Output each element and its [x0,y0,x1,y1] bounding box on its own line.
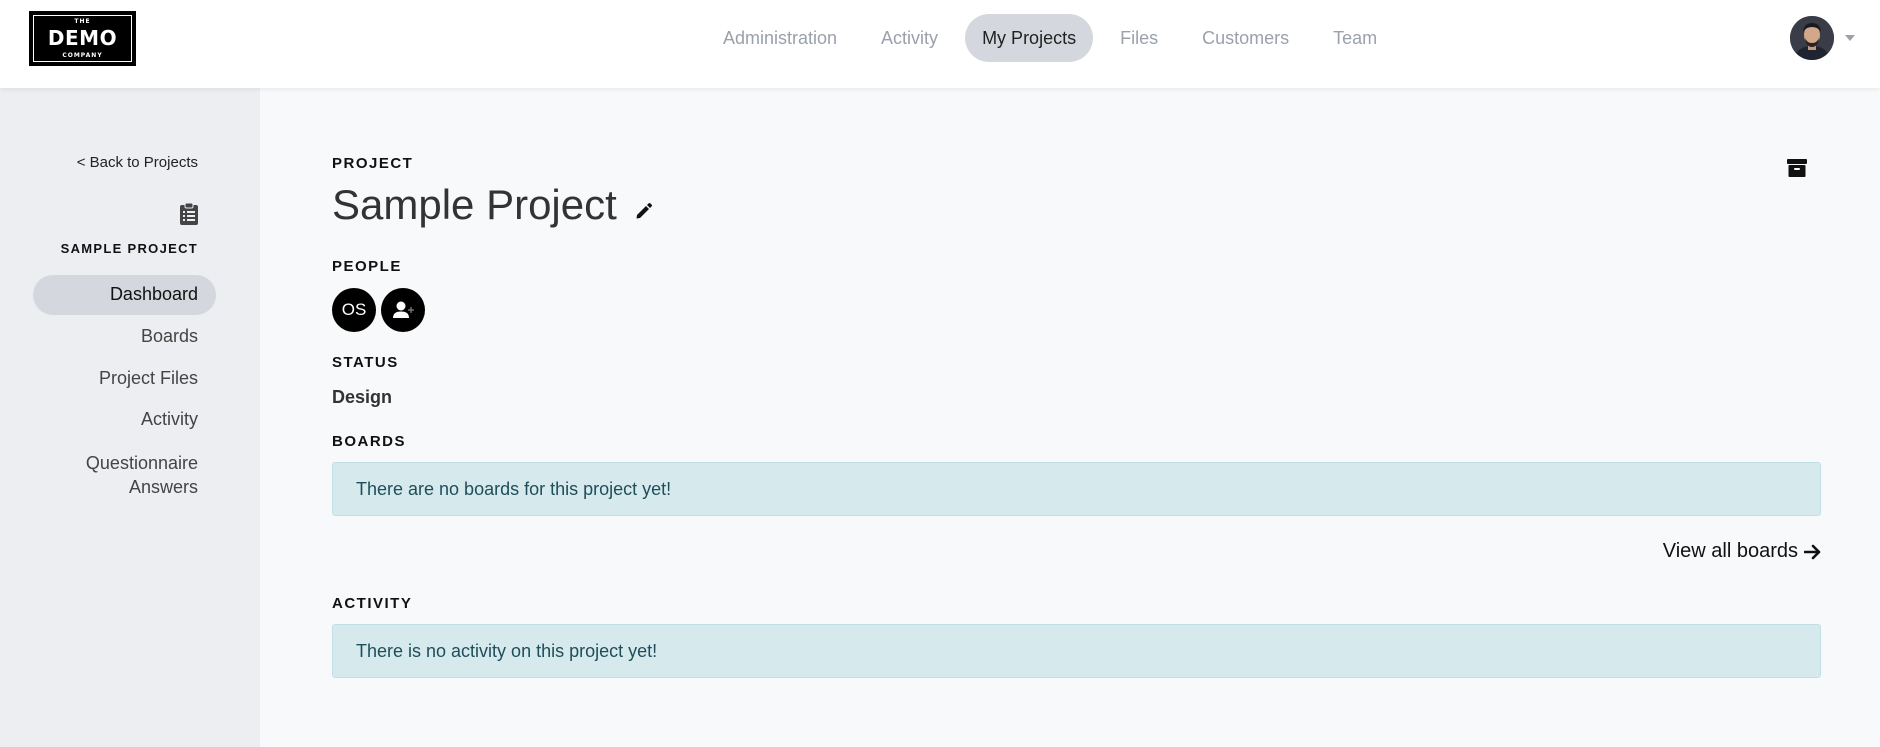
nav-item-customers[interactable]: Customers [1185,14,1306,62]
sidebar-item-questionnaire-line1: Questionnaire [85,453,198,473]
logo-line-company: COMPANY [62,52,103,59]
sidebar-item-boards[interactable]: Boards [141,326,198,347]
page-title: Sample Project [332,181,617,228]
logo-line-demo: DEMO [47,26,118,50]
user-avatar[interactable] [1790,16,1834,60]
logo-line-the: THE [74,18,91,25]
nav-item-files[interactable]: Files [1103,14,1175,62]
sidebar-item-questionnaire-answers[interactable]: Questionnaire Answers [86,451,198,499]
nav-item-my-projects[interactable]: My Projects [965,14,1094,62]
user-menu-caret-icon[interactable] [1845,35,1855,41]
archive-icon[interactable] [1787,158,1807,178]
boards-label: BOARDS [332,433,407,450]
project-section-label: PROJECT [332,155,414,172]
sidebar-project-title: SAMPLE PROJECT [60,241,198,256]
nav-item-activity[interactable]: Activity [864,14,955,62]
user-avatar-image [1790,16,1834,60]
people-label: PEOPLE [332,258,402,275]
clipboard-list-icon [180,202,198,225]
edit-pencil-icon[interactable] [635,202,653,220]
sidebar-item-questionnaire-line2: Answers [128,477,198,497]
company-logo[interactable]: THE DEMO COMPANY [29,11,136,66]
view-all-boards-label: View all boards [1662,540,1798,562]
back-to-projects-link[interactable]: < Back to Projects [77,154,198,171]
boards-empty-alert: There are no boards for this project yet… [332,462,1821,516]
add-person-button[interactable] [381,288,425,332]
person-avatar[interactable]: OS [332,288,376,332]
view-all-boards-link[interactable]: View all boards [1663,540,1822,563]
activity-label: ACTIVITY [332,595,413,612]
main-nav: Administration Activity My Projects File… [706,14,1404,62]
sidebar-item-activity[interactable]: Activity [141,409,198,430]
nav-item-team[interactable]: Team [1316,14,1394,62]
sidebar-item-dashboard[interactable]: Dashboard [110,284,198,305]
activity-empty-alert: There is no activity on this project yet… [332,624,1821,678]
arrow-right-icon [1804,544,1821,559]
top-navbar: THE DEMO COMPANY Administration Activity… [0,0,1880,88]
user-plus-icon [393,301,414,318]
nav-item-administration[interactable]: Administration [706,14,854,62]
status-value: Design [332,387,393,407]
status-label: STATUS [332,354,399,371]
sidebar-item-project-files[interactable]: Project Files [99,368,198,389]
project-sidebar: < Back to Projects SAMPLE PROJECT Dashbo… [0,88,260,747]
